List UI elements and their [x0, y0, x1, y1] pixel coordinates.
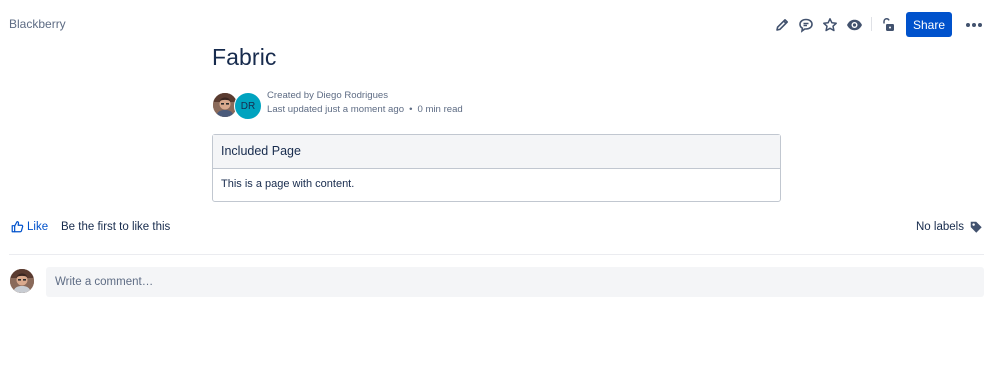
breadcrumb-space-name[interactable]: Blackberry [9, 17, 66, 31]
labels-text: No labels [916, 221, 964, 233]
watch-eye-icon[interactable] [842, 13, 866, 37]
page-title: Fabric [212, 44, 277, 70]
comment-input[interactable]: Write a comment… [46, 267, 984, 297]
edit-icon[interactable] [770, 13, 794, 37]
include-page-heading: Included Page [213, 135, 780, 169]
byline-meta: Last updated just a moment ago • 0 min rea… [267, 104, 463, 115]
more-actions-icon[interactable] [962, 13, 986, 37]
byline-separator: • [409, 104, 413, 115]
like-button[interactable]: Like [11, 220, 48, 233]
byline-last-updated[interactable]: Last updated just a moment ago [267, 104, 404, 115]
like-label: Like [27, 220, 49, 233]
label-tag-icon[interactable] [969, 220, 983, 239]
include-page-macro: Included Page This is a page with conten… [212, 134, 781, 202]
avatar-initials: DR [240, 100, 256, 112]
share-button[interactable]: Share [906, 12, 952, 37]
toolbar-divider [871, 17, 872, 31]
restrictions-unlock-icon[interactable] [876, 13, 900, 37]
byline-created-by[interactable]: Created by Diego Rodrigues [267, 90, 388, 101]
byline-read-time: 0 min read [417, 104, 463, 115]
comment-icon[interactable] [794, 13, 818, 37]
like-status-text: Be the first to like this [61, 221, 171, 233]
like-row: Like [11, 220, 48, 233]
thumbs-up-icon [11, 221, 24, 233]
star-icon[interactable] [818, 13, 842, 37]
include-page-content: This is a page with content. [221, 178, 355, 190]
comments-divider [9, 254, 984, 255]
contributor-avatar-initials[interactable]: DR [234, 92, 262, 120]
current-user-avatar [10, 269, 34, 293]
